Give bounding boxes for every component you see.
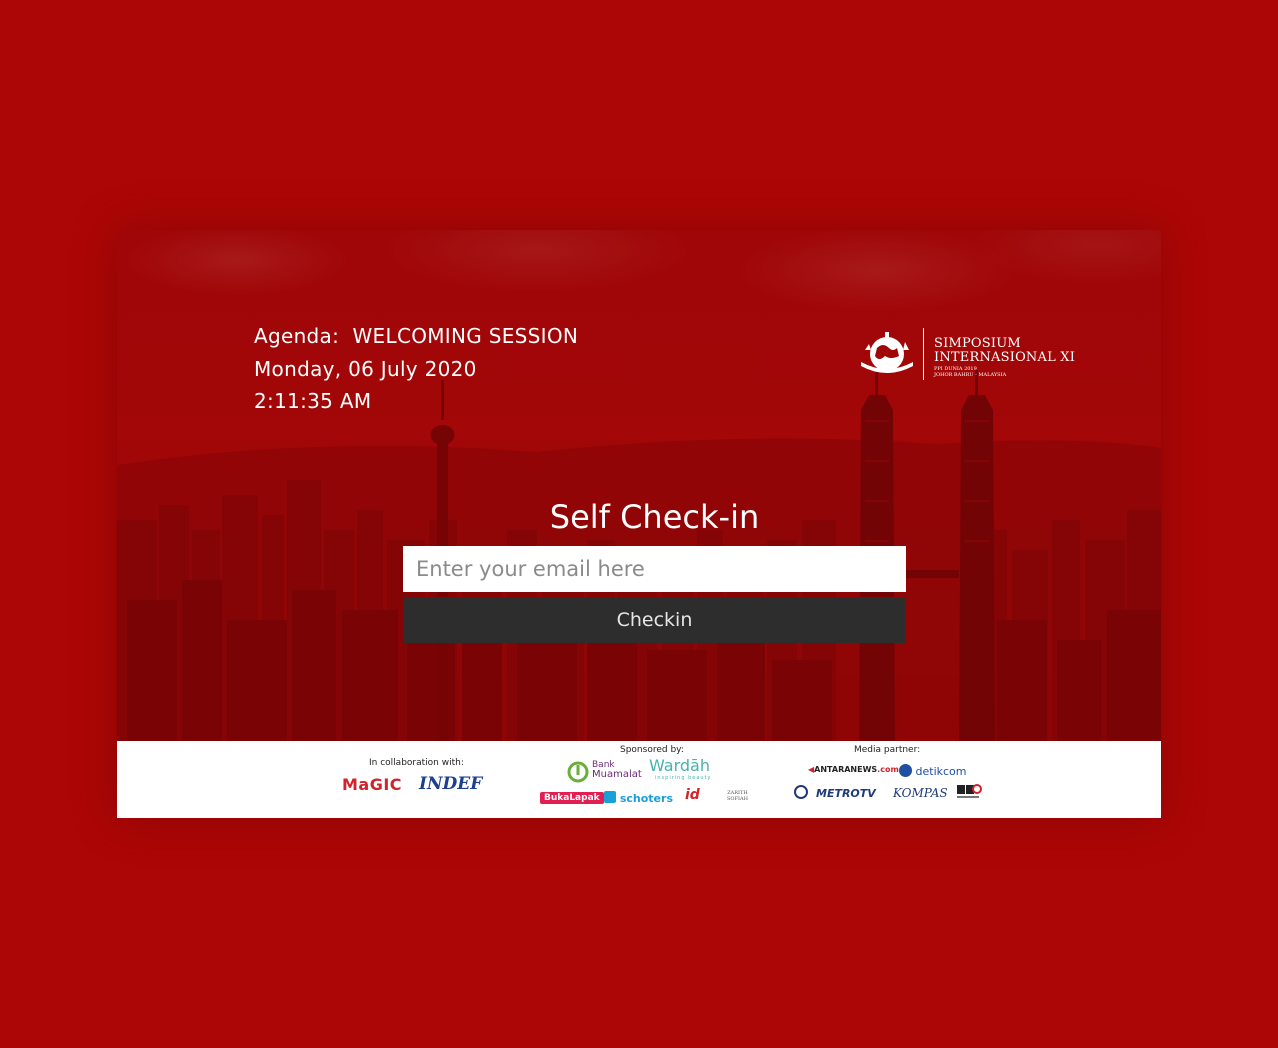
collaboration-group: In collaboration with: MaGIC INDEF: [342, 741, 522, 818]
agenda-time: 2:11:35 AM: [254, 389, 372, 413]
media-heading: Media partner:: [854, 745, 921, 755]
bank-line-2: Muamalat: [592, 769, 642, 780]
logo-line-2: INTERNASIONAL XI: [934, 350, 1076, 365]
zarith-line-2: SOFIAH: [727, 796, 748, 802]
logo-line-1: SIMPOSIUM: [934, 336, 1021, 351]
wardah-logo: Wardāh: [649, 756, 710, 775]
metro-globe-icon: [794, 785, 808, 799]
agenda-info: Agenda: WELCOMING SESSION Monday, 06 Jul…: [254, 320, 578, 418]
checkin-button[interactable]: Checkin: [403, 597, 906, 643]
event-logo: SIMPOSIUM INTERNASIONAL XI PPI DUNIA 201…: [857, 328, 1077, 384]
email-input[interactable]: [403, 546, 906, 592]
collaboration-heading: In collaboration with:: [369, 758, 464, 768]
antara-label: ANTARANEWS: [814, 765, 878, 774]
globe-emblem-icon: [861, 332, 913, 373]
checkin-card: Agenda: WELCOMING SESSION Monday, 06 Jul…: [117, 230, 1161, 818]
logo-line-4: JOHOR BAHRU - MALAYSIA: [934, 372, 1007, 378]
hero-banner: Agenda: WELCOMING SESSION Monday, 06 Jul…: [117, 230, 1161, 741]
schoters-logo: schoters: [604, 791, 673, 805]
logo-title: SIMPOSIUM INTERNASIONAL XI: [934, 337, 1075, 365]
agenda-session: WELCOMING SESSION: [352, 324, 579, 348]
city-skyline-image: [117, 230, 1161, 741]
schoters-label: schoters: [619, 792, 673, 805]
magic-logo: MaGIC: [342, 775, 403, 794]
sponsors-heading: Sponsored by:: [620, 745, 684, 755]
schoters-icon: [604, 791, 616, 803]
bank-muamalat-icon: [567, 761, 589, 783]
antara-dom: .com: [877, 765, 899, 774]
detik-icon: [899, 764, 912, 777]
zarith-sofiah-logo: ZARITH SOFIAH: [727, 790, 748, 802]
sponsors-group: Sponsored by: Bank Muamalat Wardāh inspi…: [537, 741, 767, 818]
agenda-line: Agenda: WELCOMING SESSION: [254, 320, 578, 353]
partners-footer: In collaboration with: MaGIC INDEF Spons…: [117, 741, 1161, 818]
identity-logo: id: [685, 787, 700, 803]
indef-logo: INDEF: [419, 774, 483, 794]
detik-label: detikcom: [915, 765, 967, 778]
agenda-date: Monday, 06 July 2020: [254, 356, 477, 381]
logo-subtitle: PPI DUNIA 2019 JOHOR BAHRU - MALAYSIA: [934, 366, 1006, 378]
agenda-prefix: Agenda:: [254, 324, 340, 348]
wardah-tagline: inspiring beauty: [655, 775, 712, 781]
media-partners-group: Media partner: ◀ANTARANEWS.com detikcom …: [792, 741, 1002, 818]
bank-muamalat-logo: Bank Muamalat: [592, 760, 642, 780]
bukalapak-logo: BukaLapak: [540, 792, 604, 804]
metrotv-logo: METROTV: [794, 785, 876, 800]
antaranews-logo: ◀ANTARANEWS.com: [808, 765, 899, 774]
checkin-form: Self Check-in Checkin: [403, 495, 906, 643]
metro-label: METROTV: [816, 787, 876, 800]
logo-divider: [923, 328, 924, 380]
detikcom-logo: detikcom: [899, 764, 966, 778]
kompas-logo: KOMPAS: [893, 786, 948, 800]
checkin-title: Self Check-in: [549, 498, 760, 536]
radio-ppi-icon: [957, 784, 982, 798]
